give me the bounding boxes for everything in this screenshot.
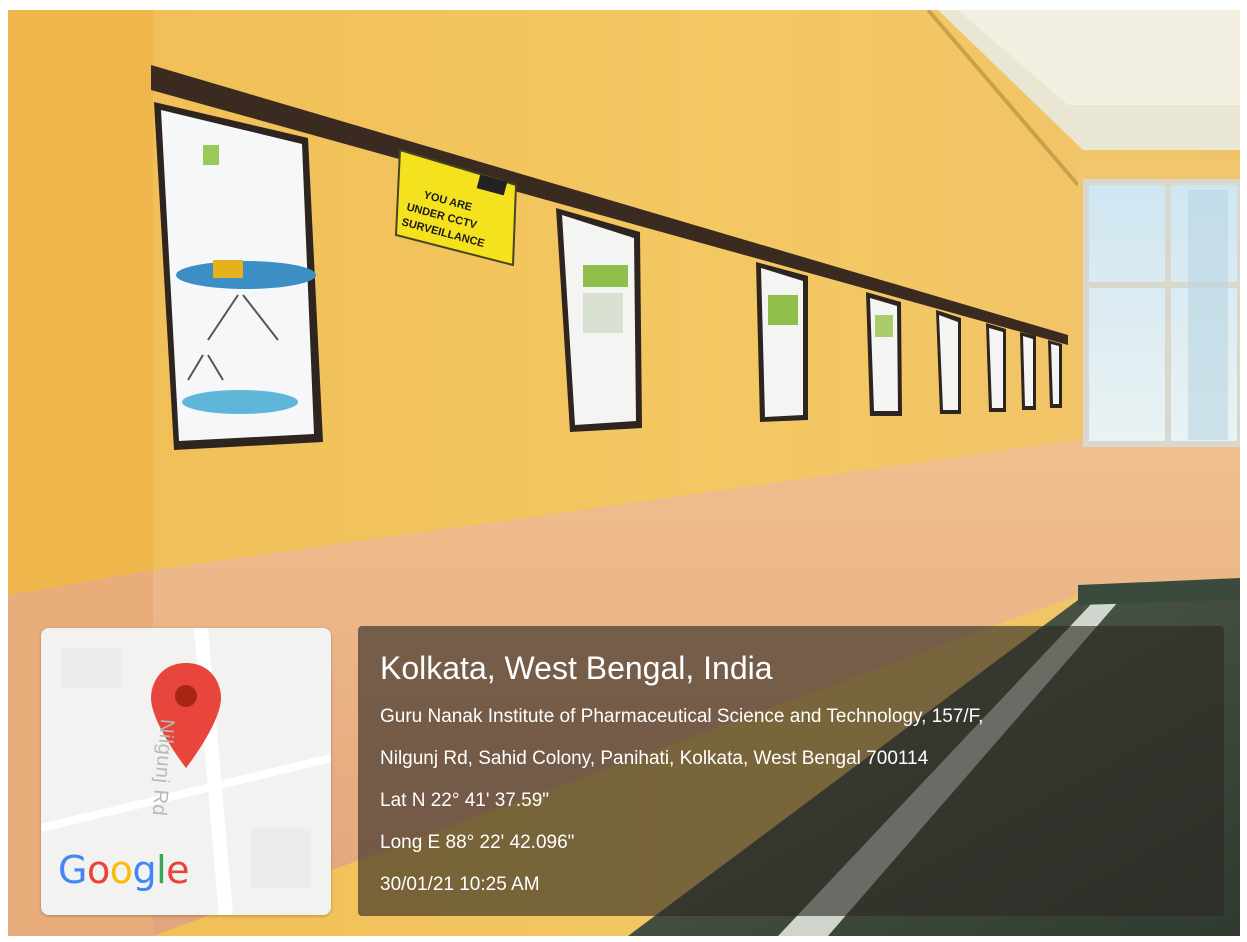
timestamp-text: 30/01/21 10:25 AM	[380, 874, 540, 895]
poster-frame-6	[986, 323, 1006, 412]
poster-frame-4	[866, 292, 902, 416]
longitude-text: Long E 88° 22' 42.096"	[380, 832, 575, 853]
address-line-2: Nilgunj Rd, Sahid Colony, Panihati, Kolk…	[380, 748, 929, 769]
location-title: Kolkata, West Bengal, India	[380, 650, 773, 686]
poster-frame-7	[1020, 332, 1036, 410]
poster-frame-8	[1048, 340, 1062, 408]
latitude-text: Lat N 22° 41' 37.59"	[380, 790, 550, 811]
poster-frame-3	[756, 262, 808, 422]
address-line-1: Guru Nanak Institute of Pharmaceutical S…	[380, 706, 984, 727]
google-logo: Google	[58, 848, 190, 892]
poster-frame-1	[154, 102, 323, 450]
poster-frame-2	[556, 208, 642, 432]
poster-frame-5	[936, 310, 961, 414]
location-info-panel: Kolkata, West Bengal, India Guru Nanak I…	[358, 626, 1224, 916]
